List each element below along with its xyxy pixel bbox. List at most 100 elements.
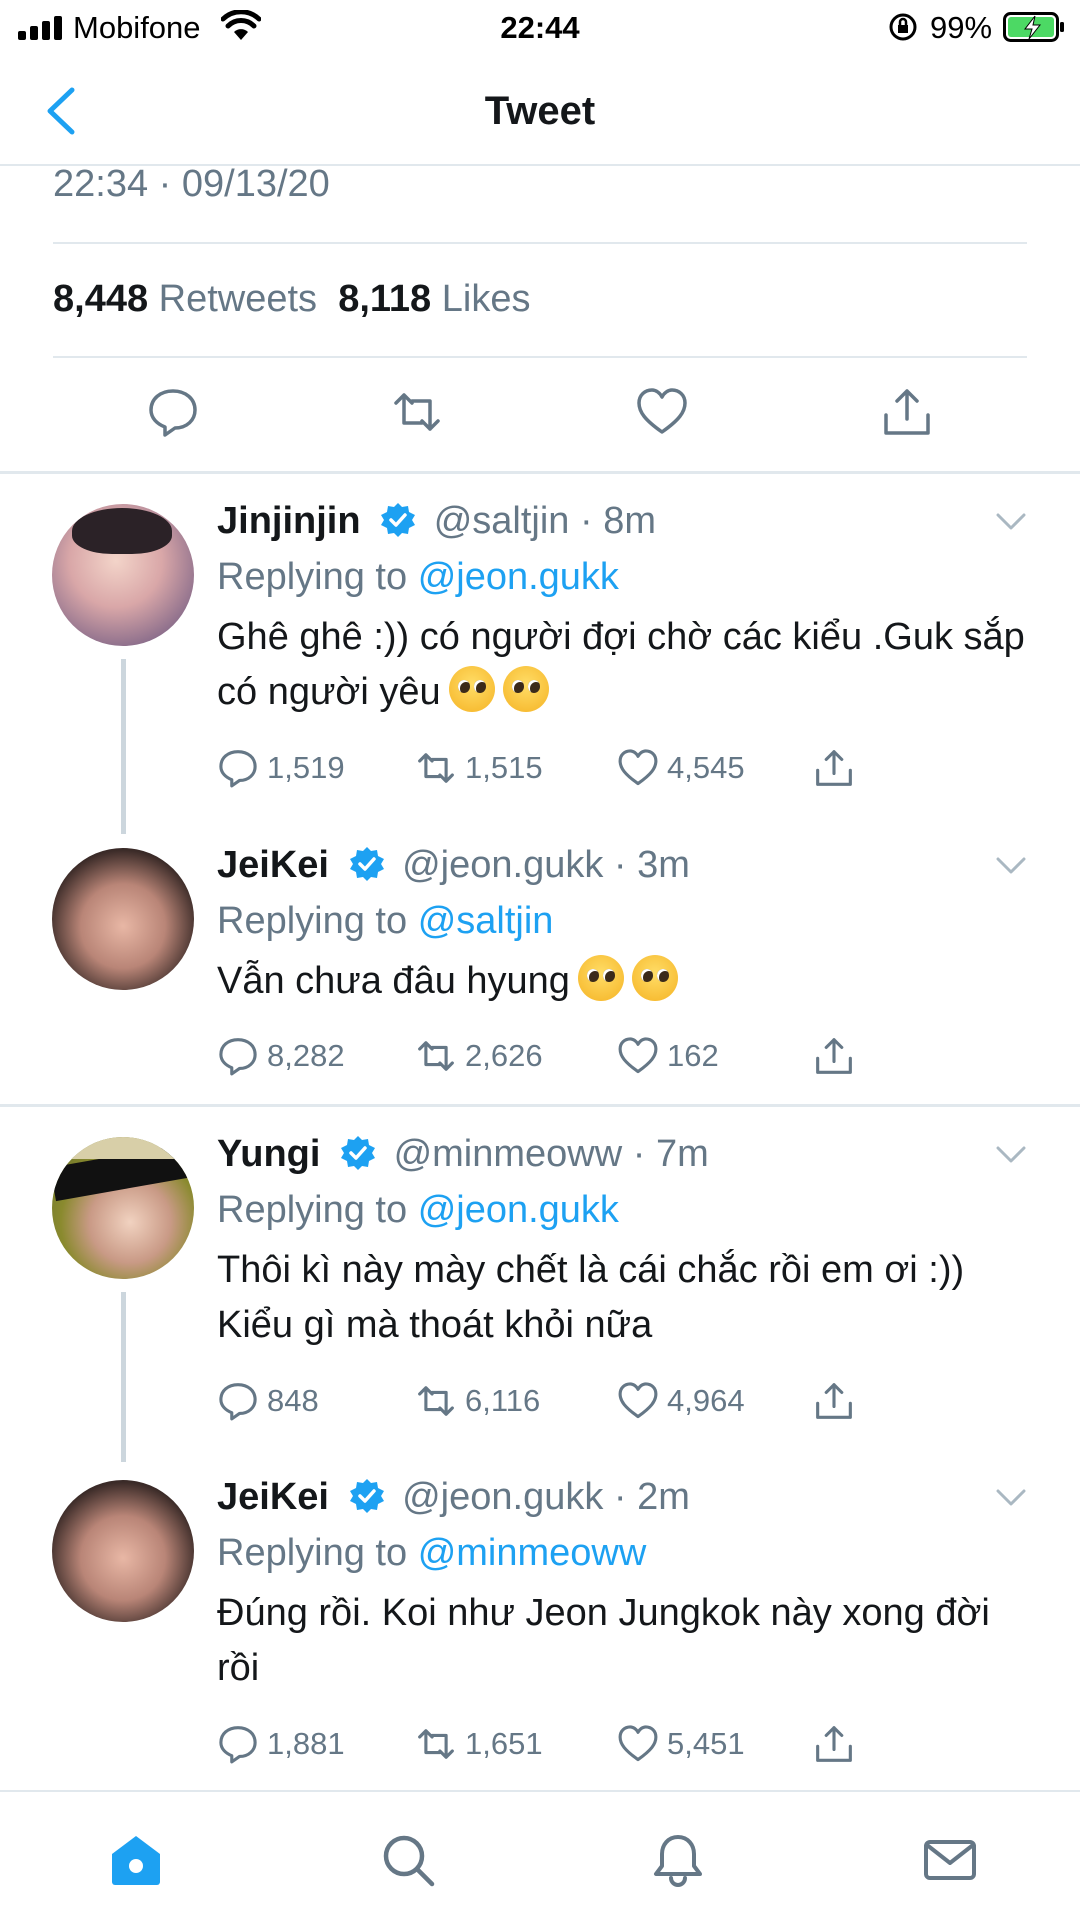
retweet-icon[interactable] xyxy=(390,385,444,439)
display-name[interactable]: Yungi xyxy=(217,1133,320,1175)
nav-bar: Tweet xyxy=(0,56,1080,166)
user-handle[interactable]: @saltjin xyxy=(434,500,570,542)
heart-icon[interactable] xyxy=(635,385,689,439)
retweet-icon xyxy=(418,1729,454,1759)
battery-percent: 99% xyxy=(930,10,993,45)
retweet-action[interactable]: 1,651 xyxy=(415,1720,543,1768)
reply-count: 848 xyxy=(267,1383,319,1418)
pleading-face-emoji xyxy=(631,955,678,1001)
like-action[interactable]: 4,964 xyxy=(617,1377,745,1425)
reply-count: 8,282 xyxy=(267,1038,345,1073)
like-count: 4,964 xyxy=(667,1383,745,1418)
replying-to: Replying to @minmeoww xyxy=(217,1532,646,1575)
share-icon xyxy=(816,1038,852,1074)
reply-actions: 8,282 2,626 162 xyxy=(217,1032,917,1080)
retweet-icon xyxy=(418,1041,454,1071)
replying-handle[interactable]: @saltjin xyxy=(418,900,554,942)
pleading-face-emoji xyxy=(577,955,624,1001)
reply-header: JeiKei @jeon.gukk · 2m xyxy=(217,1476,690,1519)
chevron-down-icon[interactable] xyxy=(995,512,1027,532)
avatar[interactable] xyxy=(52,848,194,990)
replying-handle[interactable]: @jeon.gukk xyxy=(418,1189,619,1231)
replying-handle[interactable]: @jeon.gukk xyxy=(418,556,619,598)
battery-charging-icon xyxy=(1003,12,1064,42)
heart-icon xyxy=(618,1382,658,1419)
share-icon xyxy=(816,750,852,786)
reply-actions: 848 6,116 4,964 xyxy=(217,1377,917,1425)
reply-text-content: Thôi kì này mày chết là cái chắc rồi em … xyxy=(217,1249,965,1346)
heart-icon xyxy=(618,1037,658,1074)
retweet-count: 2,626 xyxy=(465,1038,543,1073)
user-handle[interactable]: @jeon.gukk xyxy=(402,844,603,886)
retweet-icon xyxy=(418,753,454,783)
retweet-count: 1,651 xyxy=(465,1726,543,1761)
reply-count: 1,519 xyxy=(267,750,345,785)
reply-action[interactable]: 848 xyxy=(217,1377,319,1425)
retweets-count[interactable]: 8,448 xyxy=(53,278,148,320)
reply-text-content: Vẫn chưa đâu hyung xyxy=(217,960,570,1002)
user-handle[interactable]: @minmeoww xyxy=(394,1133,623,1175)
replying-handle[interactable]: @minmeoww xyxy=(418,1532,647,1574)
share-action[interactable] xyxy=(813,1377,863,1425)
thread-connector xyxy=(121,659,126,834)
chevron-down-icon[interactable] xyxy=(995,1488,1027,1508)
retweet-action[interactable]: 1,515 xyxy=(415,744,543,792)
share-action[interactable] xyxy=(813,744,863,792)
replying-label: Replying to xyxy=(217,1532,408,1574)
like-action[interactable]: 162 xyxy=(617,1032,719,1080)
heart-icon xyxy=(618,749,658,786)
share-icon xyxy=(816,1726,852,1762)
retweet-icon xyxy=(418,1386,454,1416)
retweet-count: 1,515 xyxy=(465,750,543,785)
avatar[interactable] xyxy=(52,504,194,646)
home-icon[interactable] xyxy=(108,1832,164,1888)
avatar[interactable] xyxy=(52,1480,194,1622)
reply-header: JeiKei @jeon.gukk · 3m xyxy=(217,844,690,887)
clock: 22:44 xyxy=(500,10,580,45)
display-name[interactable]: Jinjinjin xyxy=(217,500,361,542)
bell-icon[interactable] xyxy=(650,1832,706,1888)
reply-actions: 1,519 1,515 4,545 xyxy=(217,744,917,792)
chevron-down-icon[interactable] xyxy=(995,856,1027,876)
avatar[interactable] xyxy=(52,1137,194,1279)
reply-count: 1,881 xyxy=(267,1726,345,1761)
relative-time: · 3m xyxy=(613,844,690,886)
share-action[interactable] xyxy=(813,1720,863,1768)
share-action[interactable] xyxy=(813,1032,863,1080)
reply-thread: JeiKei @jeon.gukk · 3m Replying to @salt… xyxy=(0,818,1080,1103)
share-icon[interactable] xyxy=(880,385,934,439)
likes-count[interactable]: 8,118 xyxy=(338,278,431,320)
reply-action[interactable]: 1,519 xyxy=(217,744,345,792)
user-handle[interactable]: @jeon.gukk xyxy=(402,1476,603,1518)
display-name[interactable]: JeiKei xyxy=(217,1476,329,1518)
likes-label[interactable]: Likes xyxy=(442,278,531,320)
retweet-action[interactable]: 6,116 xyxy=(415,1377,540,1425)
page-title: Tweet xyxy=(484,89,596,133)
replying-to: Replying to @jeon.gukk xyxy=(217,1189,619,1232)
chevron-down-icon[interactable] xyxy=(995,1145,1027,1165)
speech-bubble-icon xyxy=(219,1726,257,1764)
envelope-icon[interactable] xyxy=(922,1832,978,1888)
like-action[interactable]: 5,451 xyxy=(617,1720,745,1768)
verified-badge-icon xyxy=(349,847,384,881)
reply-action[interactable]: 8,282 xyxy=(217,1032,345,1080)
like-count: 162 xyxy=(667,1038,719,1073)
thread-connector xyxy=(121,1292,126,1462)
speech-bubble-icon xyxy=(219,1383,257,1421)
speech-bubble-icon[interactable] xyxy=(146,385,200,439)
like-count: 4,545 xyxy=(667,750,745,785)
display-name[interactable]: JeiKei xyxy=(217,844,329,886)
like-action[interactable]: 4,545 xyxy=(617,744,745,792)
reply-text: Thôi kì này mày chết là cái chắc rồi em … xyxy=(217,1243,1037,1353)
pleading-face-emoji xyxy=(448,666,495,712)
verified-badge-icon xyxy=(381,503,416,537)
reply-action[interactable]: 1,881 xyxy=(217,1720,345,1768)
replying-to: Replying to @jeon.gukk xyxy=(217,556,619,599)
retweet-action[interactable]: 2,626 xyxy=(415,1032,543,1080)
reply-actions: 1,881 1,651 5,451 xyxy=(217,1720,917,1768)
retweets-label[interactable]: Retweets xyxy=(159,278,317,320)
search-icon[interactable] xyxy=(380,1832,436,1888)
reply-text: Đúng rồi. Koi như Jeon Jungkok này xong … xyxy=(217,1586,1037,1696)
replying-label: Replying to xyxy=(217,556,408,598)
reply-text-content: Ghê ghê :)) có người đợi chờ các kiểu .G… xyxy=(217,616,1025,713)
